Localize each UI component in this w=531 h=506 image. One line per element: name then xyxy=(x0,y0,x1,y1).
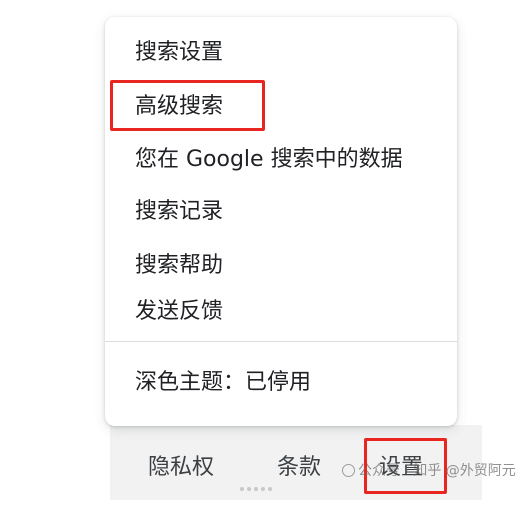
settings-dropdown-menu: 搜索设置 高级搜索 您在 Google 搜索中的数据 搜索记录 搜索帮助 发送反… xyxy=(105,17,457,426)
footer-link-privacy[interactable]: 隐私权 xyxy=(148,455,214,481)
menu-item-your-data-in-search[interactable]: 您在 Google 搜索中的数据 xyxy=(135,146,403,174)
carousel-dots xyxy=(240,487,275,491)
carousel-dot xyxy=(268,487,272,491)
menu-item-search-settings[interactable]: 搜索设置 xyxy=(135,39,223,67)
menu-item-search-help[interactable]: 搜索帮助 xyxy=(135,252,223,280)
carousel-dot xyxy=(240,487,244,491)
menu-item-search-history[interactable]: 搜索记录 xyxy=(135,198,223,226)
menu-divider xyxy=(105,341,457,342)
menu-item-send-feedback[interactable]: 发送反馈 xyxy=(135,298,223,326)
footer-link-settings[interactable]: 设置 xyxy=(379,455,423,481)
footer-link-terms[interactable]: 条款 xyxy=(277,455,321,481)
menu-item-advanced-search[interactable]: 高级搜索 xyxy=(135,93,223,121)
menu-item-dark-theme[interactable]: 深色主题：已停用 xyxy=(135,369,311,397)
carousel-dot xyxy=(254,487,258,491)
carousel-dot xyxy=(247,487,251,491)
carousel-dot xyxy=(261,487,265,491)
